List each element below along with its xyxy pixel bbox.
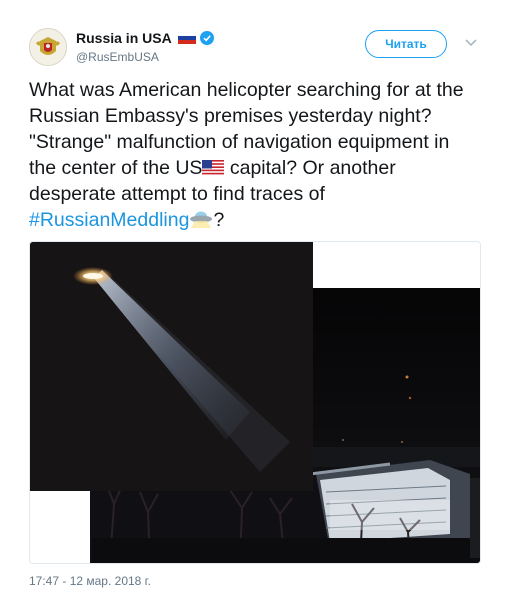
chevron-down-icon[interactable] [465,38,477,48]
hashtag-link[interactable]: #RussianMeddling [29,209,189,231]
verified-badge-icon [199,31,214,45]
tweet-media[interactable] [29,241,481,564]
us-flag-icon [202,160,225,176]
tweet-header: Russia in USA @RusEmbUSA Читать [29,28,489,68]
coat-of-arms-icon [30,29,66,65]
ufo-icon [190,211,213,228]
display-name-row[interactable]: Russia in USA [76,30,214,46]
tweet-text-part3: ? [213,209,225,231]
russia-flag-icon [177,32,196,44]
helicopter-searchlight-photo [30,242,313,491]
tweet-timestamp[interactable]: 17:47 - 12 мар. 2018 г. [29,574,151,588]
follow-button[interactable]: Читать [365,30,447,58]
photo-collage [30,242,480,563]
tweet-text: What was American helicopter searching f… [29,77,479,233]
handle[interactable]: @RusEmbUSA [76,50,214,64]
display-name[interactable]: Russia in USA [76,30,172,46]
avatar[interactable] [29,28,67,66]
